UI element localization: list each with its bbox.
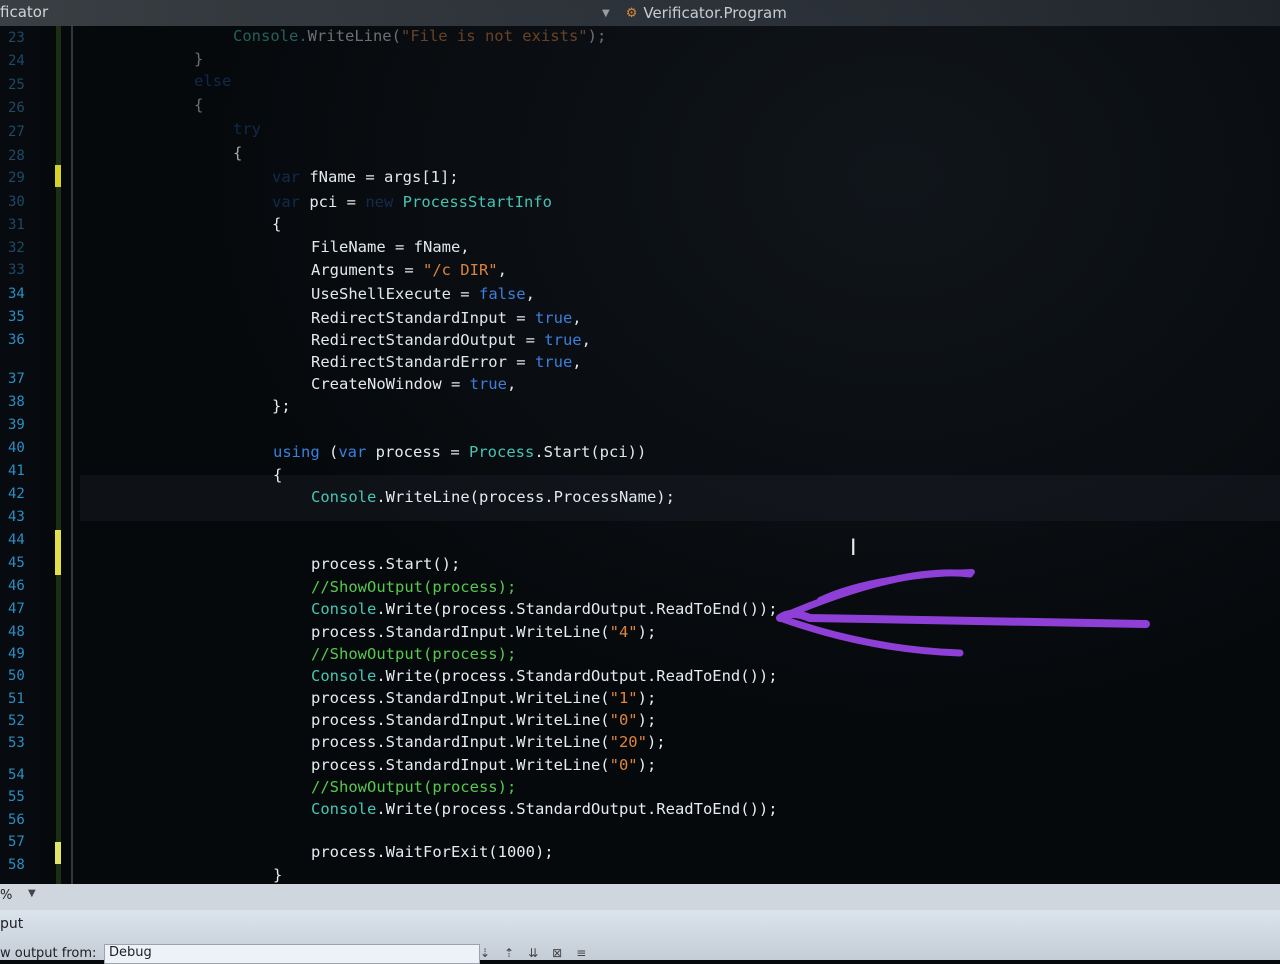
output-panel: put w output from: Debug ⇣⇡⇊⊠≡ bbox=[0, 910, 1280, 964]
code-line-36: RedirectStandardOutput = true, bbox=[311, 331, 591, 349]
code-line-52: process.StandardInput.WriteLine("1"); bbox=[311, 689, 657, 707]
code-line-43: Console.WriteLine(process.ProcessName); bbox=[311, 488, 675, 506]
code-line-56: //ShowOutput(process); bbox=[311, 778, 517, 796]
zoom-level[interactable]: % bbox=[0, 888, 12, 903]
code-line-33: Arguments = "/c DIR", bbox=[311, 261, 507, 279]
output-source-select[interactable]: Debug bbox=[104, 944, 480, 964]
chevron-down-icon[interactable]: ▼ bbox=[28, 888, 36, 899]
code-line-28: { bbox=[233, 144, 243, 162]
output-toolbar-icons[interactable]: ⇣⇡⇊⊠≡ bbox=[480, 946, 600, 960]
code-line-25: else bbox=[194, 72, 232, 90]
code-line-48: Console.Write(process.StandardOutput.Rea… bbox=[311, 600, 778, 618]
output-panel-title: put bbox=[0, 916, 24, 932]
annotation-arrow bbox=[776, 569, 1150, 657]
code-line-24: } bbox=[194, 50, 204, 68]
code-line-42: { bbox=[273, 466, 283, 484]
text-cursor-icon: I bbox=[850, 536, 857, 561]
code-line-38: CreateNoWindow = true, bbox=[311, 375, 517, 393]
code-line-53: process.StandardInput.WriteLine("0"); bbox=[311, 711, 657, 729]
code-line-55: process.StandardInput.WriteLine("0"); bbox=[311, 756, 657, 774]
code-line-41: using (var process = Process.Start(pci)) bbox=[273, 443, 647, 461]
code-line-54: process.StandardInput.WriteLine("20"); bbox=[311, 733, 666, 751]
code-line-47: //ShowOutput(process); bbox=[311, 578, 517, 596]
code-line-57: Console.Write(process.StandardOutput.Rea… bbox=[311, 800, 778, 818]
code-line-46: process.Start(); bbox=[311, 555, 461, 573]
code-line-32: FileName = fName, bbox=[311, 238, 470, 256]
code-line-23: Console.WriteLine("File is not exists"); bbox=[233, 27, 607, 45]
code-line-51: Console.Write(process.StandardOutput.Rea… bbox=[311, 667, 778, 685]
code-line-50: //ShowOutput(process); bbox=[311, 645, 517, 663]
editor-status-bar: % ▼ bbox=[0, 884, 1280, 910]
code-line-60: } bbox=[273, 866, 283, 884]
code-line-35: RedirectStandardInput = true, bbox=[311, 309, 582, 327]
code-line-29: var fName = args[1]; bbox=[272, 168, 459, 186]
code-line-49: process.StandardInput.WriteLine("4"); bbox=[311, 623, 657, 641]
code-line-30: var pci = new ProcessStartInfo bbox=[272, 193, 552, 211]
code-line-27: try bbox=[233, 120, 261, 138]
code-line-34: UseShellExecute = false, bbox=[311, 285, 535, 303]
code-line-31: { bbox=[272, 215, 282, 233]
code-line-37: RedirectStandardError = true, bbox=[311, 353, 582, 371]
show-output-from-label: w output from: bbox=[0, 946, 97, 961]
code-line-26: { bbox=[194, 96, 204, 114]
code-line-59: process.WaitForExit(1000); bbox=[311, 843, 554, 861]
code-line-39: }; bbox=[272, 397, 291, 415]
code-editor[interactable]: Console.WriteLine("File is not exists");… bbox=[0, 0, 1280, 884]
